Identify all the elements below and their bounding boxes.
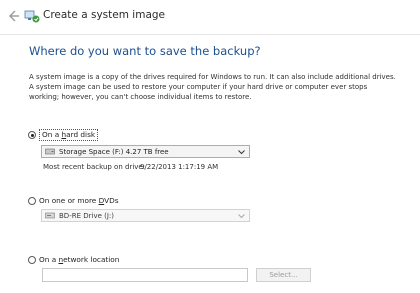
hard-disk-label[interactable]: On a hard disk <box>39 129 99 141</box>
network-label[interactable]: On a network location <box>39 255 119 265</box>
dvd-drive-value: BD-RE Drive (J:) <box>59 211 115 220</box>
hard-disk-drive-select[interactable]: Storage Space (F:) 4.27 TB free <box>41 145 250 158</box>
network-location-input[interactable] <box>42 268 248 282</box>
dvd-label[interactable]: On one or more DVDs <box>39 196 119 206</box>
page-description: A system image is a copy of the drives r… <box>29 73 396 101</box>
back-arrow-icon[interactable] <box>6 9 20 23</box>
hard-disk-drive-value: Storage Space (F:) 4.27 TB free <box>59 147 169 156</box>
network-radio[interactable] <box>28 256 36 264</box>
system-image-backup-icon <box>24 10 40 23</box>
optical-drive-icon <box>45 212 55 219</box>
select-network-button[interactable]: Select... <box>256 268 311 282</box>
page-heading: Where do you want to save the backup? <box>29 44 261 58</box>
window-title: Create a system image <box>43 9 166 21</box>
dvd-option[interactable]: On one or more DVDs <box>28 195 119 207</box>
chevron-down-icon <box>238 214 245 219</box>
dvd-drive-select[interactable]: BD-RE Drive (J:) <box>41 209 250 222</box>
chevron-down-icon <box>238 150 245 155</box>
hard-drive-icon <box>45 148 55 155</box>
hard-disk-radio[interactable] <box>28 131 36 139</box>
last-backup-value: 9/22/2013 1:17:19 AM <box>140 163 219 171</box>
last-backup-label: Most recent backup on drive: <box>43 163 146 171</box>
dvd-radio[interactable] <box>28 197 36 205</box>
title-bar: Create a system image <box>0 0 420 34</box>
hard-disk-option[interactable]: On a hard disk <box>28 129 99 141</box>
wizard-content: Where do you want to save the backup? A … <box>0 34 420 293</box>
network-option[interactable]: On a network location <box>28 254 119 266</box>
